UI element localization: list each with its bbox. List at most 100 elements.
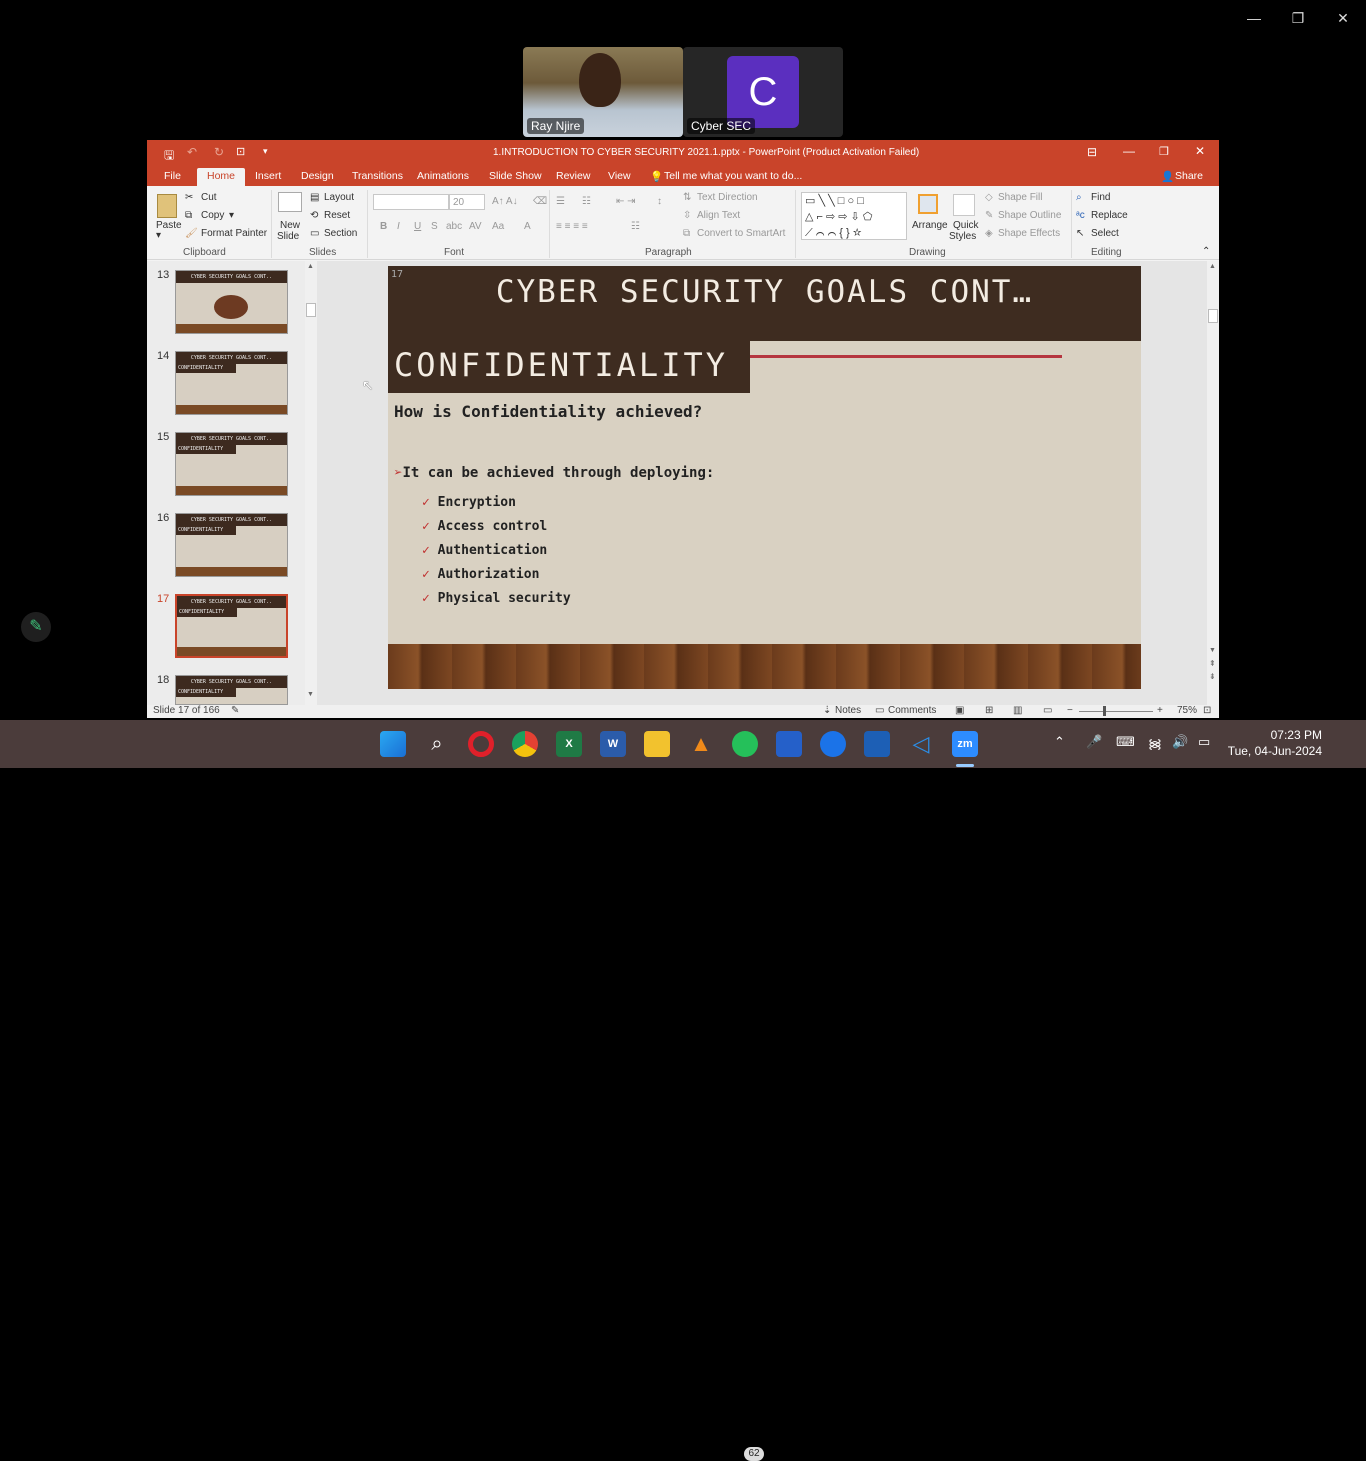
reset-button[interactable]: Reset [324, 210, 350, 221]
zoom-level[interactable]: 75% [1177, 705, 1197, 716]
ppt-minimize-button[interactable]: — [1123, 144, 1135, 158]
comments-button[interactable]: Comments [888, 705, 936, 716]
font-name-box[interactable] [373, 194, 449, 210]
ribbon-display-icon[interactable]: ⊟ [1087, 145, 1097, 159]
copy-button[interactable]: Copy [201, 210, 224, 221]
keyboard-icon[interactable]: ⌨ [1116, 734, 1135, 750]
align-icons[interactable]: ≡ ≡ ≡ ≡ [556, 221, 588, 232]
restore-button[interactable]: ❐ [1284, 10, 1312, 27]
volume-icon[interactable]: 🔊 [1172, 734, 1188, 750]
quick-styles-button[interactable]: Quick [953, 220, 979, 231]
tell-me-box[interactable]: Tell me what you want to do... [664, 170, 802, 182]
minimize-button[interactable]: — [1240, 10, 1268, 26]
shapes-gallery[interactable]: ▭ ╲ ╲ □ ○ □ △ ⌐ ⇨ ⇨ ⇩ ⬠ ⟋ ⌒ ⌒ { } ☆ [801, 192, 907, 240]
italic-icon[interactable]: I [397, 221, 400, 232]
zoom-out-icon[interactable]: − [1067, 705, 1073, 716]
new-slide-button[interactable]: New [280, 220, 300, 231]
indent-icon[interactable]: ⇤ ⇥ [616, 196, 636, 207]
notes-button[interactable]: Notes [835, 705, 861, 716]
line-spacing-icon[interactable]: ↕ [657, 196, 662, 207]
arrange-icon[interactable] [918, 194, 938, 214]
slide-thumbnail[interactable]: CYBER SECURITY GOALS CONT.. CONFIDENTIAL… [175, 351, 288, 415]
tab-file[interactable]: File [164, 170, 181, 182]
share-button[interactable]: Share [1175, 170, 1203, 182]
tab-transitions[interactable]: Transitions [352, 170, 403, 182]
current-slide[interactable]: 17 CYBER SECURITY GOALS CONT… CONFIDENTI… [388, 266, 1141, 689]
cut-button[interactable]: Cut [201, 192, 217, 203]
replace-button[interactable]: Replace [1091, 210, 1128, 221]
tab-insert[interactable]: Insert [255, 170, 281, 182]
zoom-in-icon[interactable]: + [1157, 705, 1163, 716]
canvas-scrollbar[interactable]: ▲ ▼ ⇞ ⇟ [1207, 261, 1219, 705]
redo-icon[interactable]: ↻ [214, 145, 224, 159]
quick-styles-icon[interactable] [953, 194, 975, 216]
zoom-slider[interactable] [1079, 711, 1153, 712]
bold-icon[interactable]: B [380, 221, 387, 232]
tab-slideshow[interactable]: Slide Show [489, 170, 542, 182]
new-slide-button-line2[interactable]: Slide [277, 231, 299, 242]
paste-dropdown-icon[interactable]: ▾ [156, 230, 161, 241]
shape-effects-button[interactable]: Shape Effects [998, 228, 1060, 239]
search-icon[interactable]: ⌕ [424, 731, 450, 757]
next-slide-icon[interactable]: ⇟ [1209, 672, 1216, 681]
new-slide-icon[interactable] [278, 192, 302, 212]
save-icon[interactable]: 🖫 [164, 146, 174, 167]
format-painter-button[interactable]: Format Painter [201, 228, 267, 239]
slideshow-view-icon[interactable]: ▭ [1043, 705, 1052, 716]
remote-desktop-icon[interactable] [864, 731, 890, 757]
ppt-close-button[interactable]: ✕ [1195, 144, 1205, 158]
tab-design[interactable]: Design [301, 170, 334, 182]
vscode-icon[interactable]: ◁ [908, 731, 934, 757]
bullets-icon[interactable]: ☰ [556, 196, 565, 207]
microphone-icon[interactable]: 🎤 [1086, 734, 1102, 750]
word-icon[interactable]: W [600, 731, 626, 757]
scroll-down-icon[interactable]: ▼ [307, 691, 314, 698]
opera-icon[interactable] [468, 731, 494, 757]
clear-format-icon[interactable]: ⌫ [533, 196, 547, 207]
slide-sorter-icon[interactable]: ⊞ [985, 705, 993, 716]
shadow-icon[interactable]: S [431, 221, 438, 232]
copy-dropdown-icon[interactable]: ▾ [229, 210, 234, 221]
select-button[interactable]: Select [1091, 228, 1119, 239]
numbering-icon[interactable]: ☷ [582, 196, 591, 207]
clock-time[interactable]: 07:23 PM [1230, 728, 1322, 742]
reading-view-icon[interactable]: ▥ [1013, 705, 1022, 716]
change-case-icon[interactable]: Aa [492, 221, 504, 232]
layout-button[interactable]: Layout [324, 192, 354, 203]
clock-date[interactable]: Tue, 04-Jun-2024 [1226, 744, 1322, 758]
font-size-box[interactable]: 20 [449, 194, 485, 210]
strikethrough-icon[interactable]: abc [446, 221, 462, 232]
slide-thumbnail[interactable]: CYBER SECURITY GOALS CONT.. CONFIDENTIAL… [175, 432, 288, 496]
text-direction-button[interactable]: Text Direction [697, 192, 758, 203]
scroll-thumb[interactable] [1208, 309, 1218, 323]
close-button[interactable]: ✕ [1329, 10, 1357, 27]
char-spacing-icon[interactable]: AV [469, 221, 482, 232]
participant-video-ray[interactable]: Ray Njire [523, 47, 683, 137]
app-store-icon[interactable] [820, 731, 846, 757]
shape-outline-button[interactable]: Shape Outline [998, 210, 1061, 221]
scroll-thumb[interactable] [306, 303, 316, 317]
spellcheck-icon[interactable]: ✎ [231, 705, 239, 716]
chrome-icon[interactable] [512, 731, 538, 757]
tab-animations[interactable]: Animations [417, 170, 469, 182]
quick-styles-button-line2[interactable]: Styles [949, 231, 976, 242]
tab-home[interactable]: Home [197, 168, 246, 186]
align-text-button[interactable]: Align Text [697, 210, 740, 221]
slide-thumbnail[interactable]: CYBER SECURITY GOALS CONT.. CONFIDENTIAL… [175, 513, 288, 577]
paste-icon[interactable] [157, 194, 177, 218]
whatsapp-icon[interactable] [732, 731, 758, 757]
zoom-icon[interactable]: zm [952, 731, 978, 757]
tab-review[interactable]: Review [556, 170, 590, 182]
slide-thumbnail-selected[interactable]: CYBER SECURITY GOALS CONT.. CONFIDENTIAL… [175, 594, 288, 658]
scroll-up-icon[interactable]: ▲ [1209, 263, 1216, 270]
file-explorer-icon[interactable] [644, 731, 670, 757]
underline-icon[interactable]: U [414, 221, 421, 232]
find-button[interactable]: Find [1091, 192, 1110, 203]
zoom-slider-handle[interactable] [1103, 706, 1106, 716]
fit-slide-icon[interactable]: ⊡ [1203, 705, 1211, 716]
grow-font-icon[interactable]: A↑ A↓ [492, 196, 518, 207]
customize-qat-icon[interactable]: ▾ [263, 146, 268, 157]
participant-video-cybersec[interactable]: C Cyber SEC [683, 47, 843, 137]
slide-thumbnail[interactable]: CYBER SECURITY GOALS CONT.. [175, 270, 288, 334]
arrange-button[interactable]: Arrange [912, 220, 948, 231]
